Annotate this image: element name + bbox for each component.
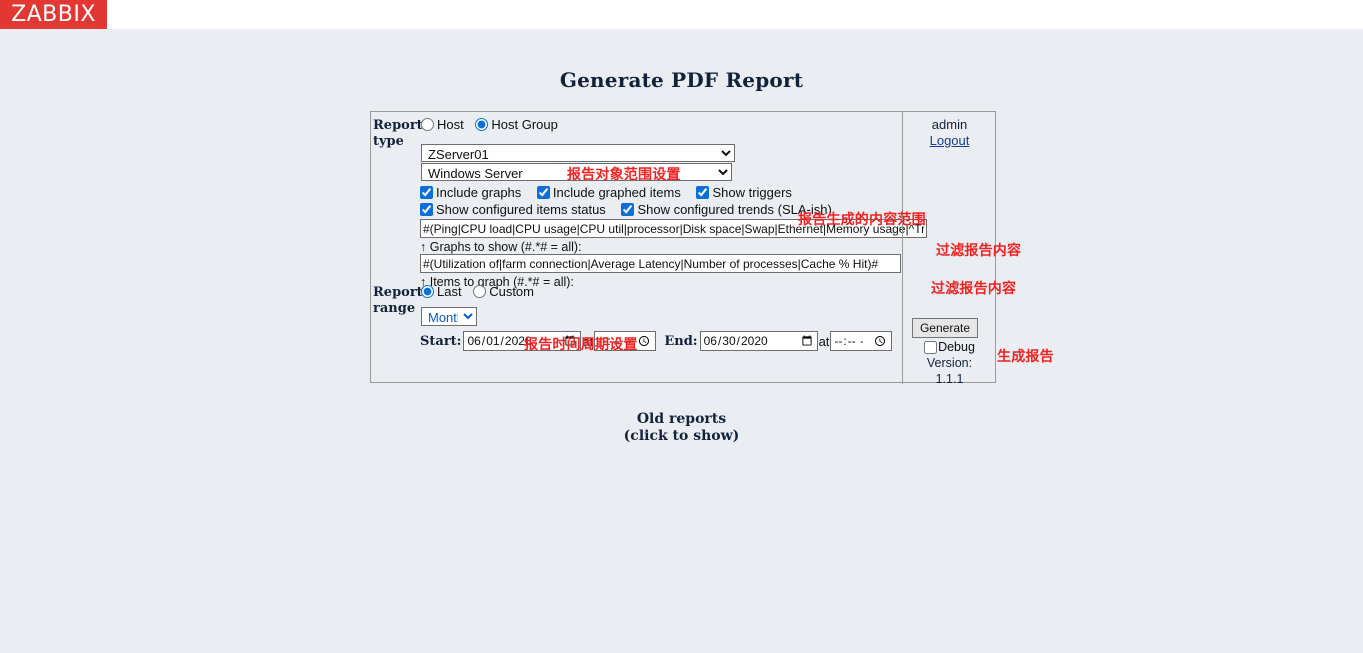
radio-last-label: Last — [437, 284, 462, 299]
period-select[interactable]: Month — [421, 307, 477, 326]
host-select[interactable]: ZServer01 — [421, 144, 735, 162]
end-date-label: End: — [664, 334, 697, 349]
debug-checkbox-input[interactable] — [924, 341, 937, 354]
end-date-input[interactable] — [700, 331, 818, 351]
old-reports-line2: (click to show) — [0, 428, 1363, 445]
report-range-label: Report range — [373, 285, 427, 317]
checkbox-include-graphs-label: Include graphs — [436, 185, 521, 200]
annotation-generate: 生成报告 — [997, 346, 1054, 366]
checkbox-show-triggers-input[interactable] — [696, 186, 709, 199]
graphs-filter-caption: ↑ Graphs to show (#.*# = all): — [420, 240, 582, 254]
annotation-filter-items: 过滤报告内容 — [931, 278, 1016, 298]
end-time-input[interactable] — [830, 331, 892, 351]
checkbox-show-configured-items-status-label: Show configured items status — [436, 202, 606, 217]
content-checkbox-row-2[interactable]: Show configured items status Show config… — [420, 202, 844, 219]
checkbox-include-graphs[interactable]: Include graphs — [420, 185, 521, 200]
version-label: Version: — [903, 356, 996, 370]
report-type-label: Report type — [373, 118, 427, 150]
old-reports-toggle[interactable]: Old reports (click to show) — [0, 411, 1363, 445]
radio-custom[interactable]: Custom — [473, 284, 534, 299]
report-type-radio-group[interactable]: Host Host Group — [421, 117, 566, 134]
page-body: Generate PDF Report Report type Host Hos… — [0, 29, 1363, 653]
radio-custom-label: Custom — [489, 284, 534, 299]
checkbox-show-triggers-label: Show triggers — [712, 185, 791, 200]
page-title: Generate PDF Report — [0, 68, 1363, 92]
annotation-filter-graphs: 过滤报告内容 — [936, 240, 1021, 260]
annotation-content: 报告生成的内容范围 — [798, 209, 926, 229]
radio-host-group-label: Host Group — [491, 117, 557, 132]
zabbix-logo[interactable]: ZABBIX — [0, 0, 107, 29]
top-bar: ZABBIX — [0, 0, 1363, 29]
checkbox-include-graphed-items-label: Include graphed items — [553, 185, 681, 200]
start-date-label: Start: — [420, 334, 461, 349]
user-name: admin — [903, 117, 996, 132]
debug-checkbox-label: Debug — [938, 340, 975, 354]
radio-host-label: Host — [437, 117, 464, 132]
version-value: 1.1.1 — [903, 372, 996, 386]
end-at-label: at — [819, 334, 830, 349]
annotation-scope: 报告对象范围设置 — [567, 164, 681, 184]
report-range-radio-group[interactable]: Last Custom — [421, 284, 542, 301]
debug-checkbox-wrap[interactable]: Debug — [903, 340, 996, 354]
radio-last[interactable]: Last — [421, 284, 462, 299]
report-form: Report type Host Host Group ZServer01 Wi… — [370, 111, 996, 383]
logout-link[interactable]: Logout — [903, 133, 996, 148]
checkbox-show-triggers[interactable]: Show triggers — [696, 185, 791, 200]
radio-host-group-input[interactable] — [475, 118, 488, 131]
radio-host-group[interactable]: Host Group — [475, 117, 557, 132]
radio-last-input[interactable] — [421, 285, 434, 298]
checkbox-show-configured-trends-input[interactable] — [621, 203, 634, 216]
radio-host[interactable]: Host — [421, 117, 464, 132]
checkbox-include-graphed-items[interactable]: Include graphed items — [537, 185, 681, 200]
items-filter-input[interactable] — [420, 254, 901, 273]
checkbox-show-configured-items-status[interactable]: Show configured items status — [420, 202, 606, 217]
radio-custom-input[interactable] — [473, 285, 486, 298]
content-checkbox-row-1[interactable]: Include graphs Include graphed items Sho… — [420, 185, 804, 202]
checkbox-include-graphed-items-input[interactable] — [537, 186, 550, 199]
radio-host-input[interactable] — [421, 118, 434, 131]
generate-button[interactable]: Generate — [912, 318, 978, 338]
checkbox-include-graphs-input[interactable] — [420, 186, 433, 199]
date-range-row: Start: at End: at — [420, 331, 892, 351]
old-reports-line1: Old reports — [0, 411, 1363, 428]
annotation-period: 报告时间周期设置 — [524, 334, 638, 354]
checkbox-show-configured-items-status-input[interactable] — [420, 203, 433, 216]
